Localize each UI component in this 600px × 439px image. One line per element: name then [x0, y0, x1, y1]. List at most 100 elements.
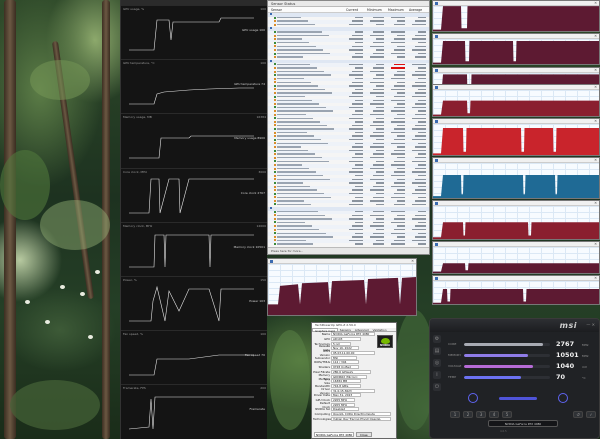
msi-afterburner-window[interactable]: msi — ✕ ⚙ ▤ ◎ i ⏻ CORE 2767 MHz MEMORY 10501…: [429, 318, 600, 439]
settings-icon[interactable]: ⚙: [433, 335, 441, 343]
fan-icon[interactable]: [468, 393, 478, 403]
sensor-name-text: [277, 142, 328, 145]
sensor-icon: [274, 135, 276, 138]
sensor-status-window[interactable]: Sensor Status Sensor Current Minimum Max…: [267, 0, 430, 255]
fan-speed-slider[interactable]: [499, 396, 537, 400]
gpuz-field-value[interactable]: OpenCL CUDA DirectCompute: [331, 412, 391, 417]
value-text: [391, 243, 405, 245]
value-text: [391, 52, 405, 55]
water-lily: [80, 292, 85, 296]
startup-icon[interactable]: ⏻: [433, 383, 441, 391]
value-text: [373, 88, 384, 91]
tab-graphics-card[interactable]: Graphics Card: [312, 328, 338, 333]
monitor-graph[interactable]: Framerate, FPS 200 Framerate: [121, 384, 267, 438]
sensor-table-body[interactable]: [268, 13, 429, 254]
gpuz-field-value[interactable]: 5 nm: [331, 341, 351, 346]
profile-4-button[interactable]: 4: [489, 411, 499, 418]
reset-icon[interactable]: ↺: [573, 411, 583, 418]
col-current[interactable]: Current: [346, 7, 367, 12]
device-select[interactable]: NVIDIA GeForce RTX 4080: [314, 431, 354, 437]
gpuz-field-value[interactable]: 16384 MB: [331, 379, 361, 384]
sensor-icon: [274, 113, 276, 116]
value-text: [415, 178, 426, 180]
gpuz-field-value[interactable]: 9728 Unified: [331, 365, 359, 370]
profile-3-button[interactable]: 3: [476, 411, 486, 418]
gpuz-field-value[interactable]: NVIDIA GeForce RTX 4080: [331, 332, 375, 337]
monitor-graph[interactable]: Memory usage, MB 16384 Memory usage 8900: [121, 113, 267, 167]
gpuz-field-value[interactable]: GDDR6X (Micron): [331, 374, 367, 379]
profile-2-button[interactable]: 2: [463, 411, 473, 418]
sensor-graph-window[interactable]: ✕: [432, 157, 600, 199]
fan-auto-icon[interactable]: [558, 393, 568, 403]
profile-1-button[interactable]: 1: [450, 411, 460, 418]
graph-fill: [433, 289, 599, 304]
sensor-name-text: [277, 160, 329, 163]
value-text: [349, 160, 363, 163]
gpuz-window[interactable]: TechPowerUp GPU-Z 2.59.0 Graphics Card S…: [311, 322, 397, 439]
close-button[interactable]: Close: [356, 431, 372, 437]
sensor-icon: [274, 178, 276, 181]
value-text: [391, 185, 405, 188]
sensor-icon: [274, 210, 276, 213]
sensor-icon: [274, 138, 276, 141]
value-text: [370, 200, 384, 202]
value-text: [349, 38, 363, 40]
hardware-monitor-window[interactable]: GPU usage, % 100 GPU usage 100 GPU temperat…: [120, 0, 267, 439]
tab-validation[interactable]: Validation: [371, 328, 389, 332]
sensor-name-text: [277, 228, 319, 231]
gpuz-field-value[interactable]: 95.03.11.00.00: [331, 351, 375, 356]
sensor-graph-window[interactable]: ✕: [432, 0, 600, 32]
col-average[interactable]: Average: [409, 7, 429, 12]
water-lily: [88, 335, 93, 339]
msi-metric-fill: [464, 365, 533, 368]
monitor-graph[interactable]: Power, % 150 Power 103: [121, 276, 267, 330]
gpuz-field-value[interactable]: 2205 MHz: [331, 397, 355, 402]
gpuz-field-value[interactable]: 716.8 GB/s: [331, 383, 361, 388]
monitor-icon[interactable]: ▤: [433, 347, 441, 355]
gpuz-field-value[interactable]: Disabled: [331, 407, 359, 412]
col-maximum[interactable]: Maximum: [388, 7, 409, 12]
graph-fill: [268, 276, 416, 315]
gpuz-field-value[interactable]: 112 / 304: [331, 360, 359, 365]
gpuz-field-value[interactable]: May 31, 2023: [331, 393, 361, 398]
sensor-graph-window[interactable]: ✕: [267, 258, 417, 316]
apply-icon[interactable]: ✓: [586, 411, 596, 418]
profile-5-button[interactable]: 5: [502, 411, 512, 418]
monitor-graph[interactable]: GPU usage, % 100 GPU usage 100: [121, 5, 267, 59]
monitor-graph[interactable]: Memory clock, MHz 12000 Memory clock 10501: [121, 221, 267, 276]
value-text: [352, 81, 363, 83]
gpuz-field-value[interactable]: Nov 16, 2022: [331, 346, 359, 351]
graph-fill: [433, 222, 599, 239]
sensor-graph-window[interactable]: ✕: [432, 275, 600, 305]
value-text: [370, 70, 384, 73]
value-text: [376, 24, 384, 26]
sensor-status-bar[interactable]: Press here for more...: [268, 247, 429, 254]
sensor-graph-window[interactable]: ✕: [432, 200, 600, 240]
value-text: [355, 42, 363, 44]
gpuz-field-value[interactable]: 280.6 GPixel/s: [331, 369, 371, 374]
sensor-graph-window[interactable]: ✕: [432, 84, 600, 117]
sensor-graph-window[interactable]: ✕: [432, 33, 600, 65]
col-minimum[interactable]: Minimum: [367, 7, 388, 12]
gpuz-field-value[interactable]: MSI: [331, 355, 357, 360]
gpuz-field-value[interactable]: 31.0.15.3623: [331, 388, 375, 393]
gpuz-field-value[interactable]: AD103: [331, 337, 361, 342]
tab-sensors[interactable]: Sensors: [338, 328, 353, 332]
value-text: [418, 77, 426, 80]
sensor-icon: [274, 56, 276, 59]
value-text: [415, 70, 426, 73]
oc-scanner-icon[interactable]: ◎: [433, 359, 441, 367]
sensor-graph-window[interactable]: ✕: [432, 241, 600, 274]
tab-advanced[interactable]: Advanced: [353, 328, 371, 332]
window-controls[interactable]: — ✕: [586, 322, 595, 327]
value-text: [412, 74, 426, 76]
monitor-graph[interactable]: Core clock, MHz 3000 Core clock 2767: [121, 167, 267, 222]
sensor-graph-window[interactable]: ✕: [432, 118, 600, 156]
gpuz-field-value[interactable]: 2205 MHz: [331, 402, 355, 407]
info-icon[interactable]: i: [433, 371, 441, 379]
monitor-graph[interactable]: GPU temperature, °C 100 GPU temperature 74: [121, 59, 267, 113]
monitor-graph[interactable]: Fan speed, % 100 Fan speed 70: [121, 330, 267, 384]
gpuz-field-value[interactable]: Vulkan Ray Tracing PhysX OpenGL: [331, 416, 391, 421]
col-sensor[interactable]: Sensor: [268, 7, 346, 12]
sensor-icon: [274, 128, 276, 130]
